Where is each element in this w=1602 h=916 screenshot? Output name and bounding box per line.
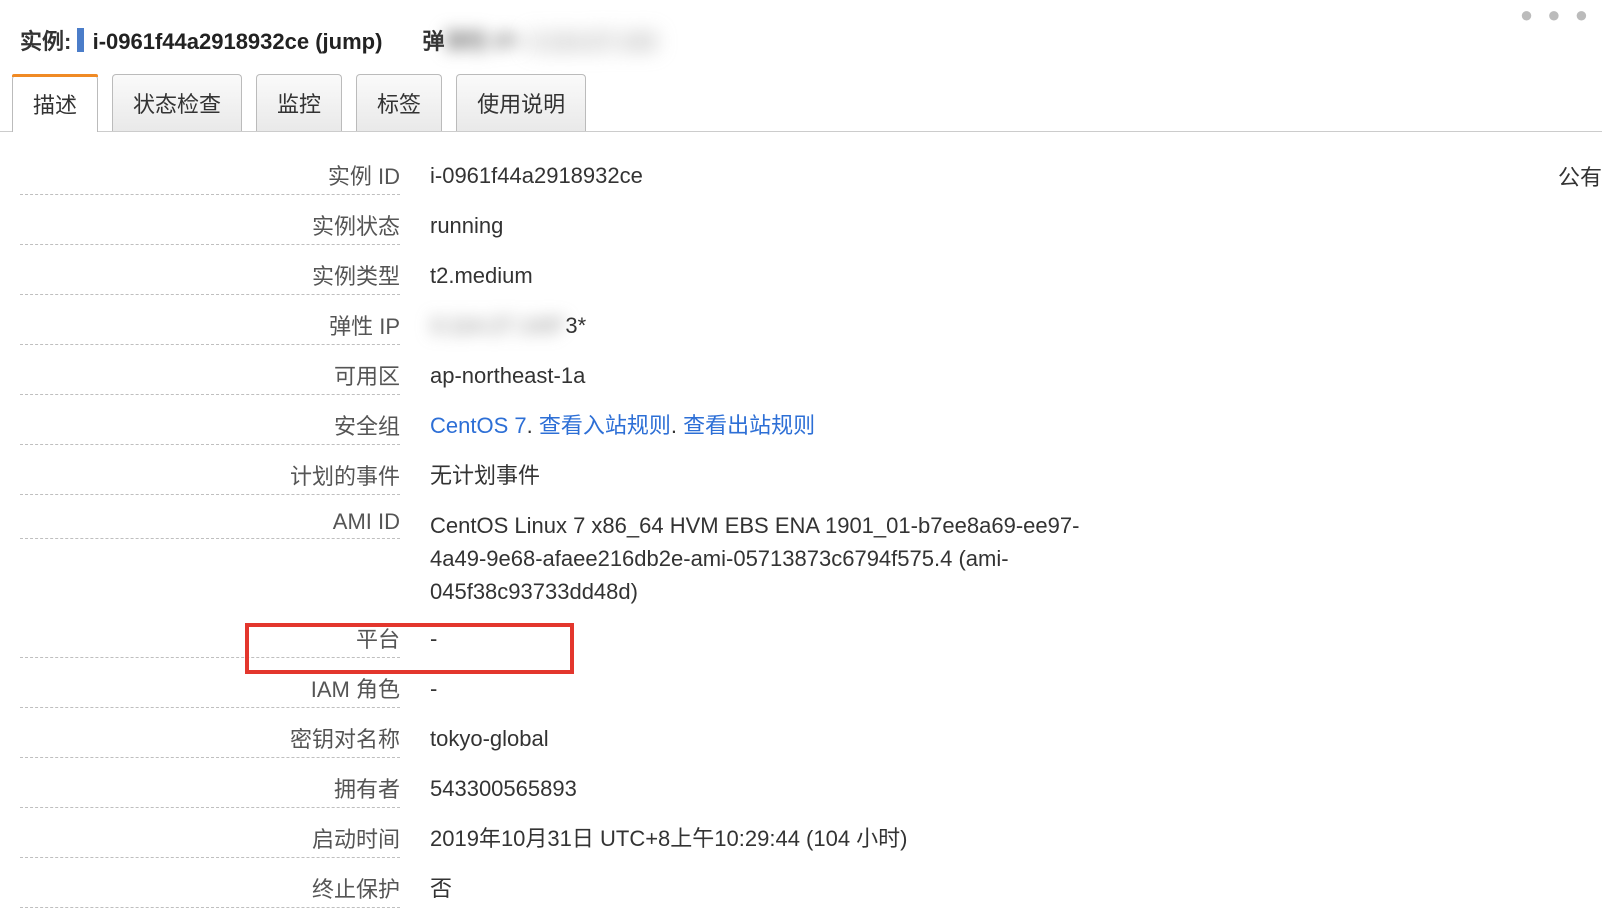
row-availability-zone: 可用区 ap-northeast-1a — [20, 352, 1120, 402]
label-instance-type: 实例类型 — [20, 259, 400, 295]
row-instance-id: 实例 ID i-0961f44a2918932ce — [20, 152, 1120, 202]
value-ami-id[interactable]: CentOS Linux 7 x86_64 HVM EBS ENA 1901_0… — [400, 509, 1080, 608]
detail-table: 实例 ID i-0961f44a2918932ce 实例状态 running 实… — [20, 152, 1120, 916]
tab-使用说明[interactable]: 使用说明 — [456, 74, 586, 131]
row-launch-time: 启动时间 2019年10月31日 UTC+8上午10:29:44 (104 小时… — [20, 815, 1120, 865]
annotation-highlight-box — [245, 623, 574, 674]
label-owner: 拥有者 — [20, 772, 400, 808]
secondary-value-masked: 3.114.27.143 — [529, 29, 656, 55]
secondary-header: 弹弹性 IP: 3.114.27.143 — [422, 24, 656, 56]
label-instance-state: 实例状态 — [20, 209, 400, 245]
value-iam-role: - — [400, 672, 437, 705]
label-key-pair-name: 密钥对名称 — [20, 722, 400, 758]
value-scheduled-events[interactable]: 无计划事件 — [400, 459, 540, 492]
label-launch-time: 启动时间 — [20, 822, 400, 858]
row-ami-id: AMI ID CentOS Linux 7 x86_64 HVM EBS ENA… — [20, 502, 1120, 615]
label-scheduled-events: 计划的事件 — [20, 459, 400, 495]
tab-监控[interactable]: 监控 — [256, 74, 342, 131]
value-owner: 543300565893 — [400, 772, 577, 805]
tab-bar: 描述状态检查监控标签使用说明 — [0, 74, 1602, 132]
value-launch-time: 2019年10月31日 UTC+8上午10:29:44 (104 小时) — [400, 822, 908, 855]
row-security-groups: 安全组 CentOS 7. 查看入站规则. 查看出站规则 — [20, 402, 1120, 452]
value-instance-type: t2.medium — [400, 259, 533, 292]
row-key-pair-name: 密钥对名称 tokyo-global — [20, 715, 1120, 765]
inbound-rules-link[interactable]: 查看入站规则 — [539, 413, 671, 438]
value-availability-zone: ap-northeast-1a — [400, 359, 585, 392]
window-dots-icon: ● ● ● — [1520, 2, 1592, 28]
label-availability-zone: 可用区 — [20, 359, 400, 395]
label-iam-role: IAM 角色 — [20, 672, 400, 708]
value-elastic-ip[interactable]: 3.114.27.143*3* — [400, 309, 586, 342]
value-security-groups: CentOS 7. 查看入站规则. 查看出站规则 — [400, 409, 815, 442]
tab-状态检查[interactable]: 状态检查 — [112, 74, 242, 131]
row-elastic-ip: 弹性 IP 3.114.27.143*3* — [20, 302, 1120, 352]
label-termination-protection: 终止保护 — [20, 872, 400, 908]
instance-prefix: 实例: — [20, 29, 71, 54]
value-key-pair-name: tokyo-global — [400, 722, 549, 755]
instance-title: i-0961f44a2918932ce (jump) — [93, 29, 383, 54]
security-group-link[interactable]: CentOS 7 — [430, 413, 527, 438]
accent-bar-icon — [77, 28, 84, 52]
label-ami-id: AMI ID — [20, 509, 400, 539]
value-instance-state: running — [400, 209, 503, 242]
right-column-label: 公有 — [1558, 160, 1602, 192]
row-instance-type: 实例类型 t2.medium — [20, 252, 1120, 302]
secondary-label: 弹弹性 IP: — [422, 29, 522, 54]
instance-header: 实例: i-0961f44a2918932ce (jump) 弹弹性 IP: 3… — [0, 0, 1602, 74]
value-instance-id: i-0961f44a2918932ce — [400, 159, 643, 192]
label-security-groups: 安全组 — [20, 409, 400, 445]
row-scheduled-events: 计划的事件 无计划事件 — [20, 452, 1120, 502]
tab-描述[interactable]: 描述 — [12, 75, 98, 132]
row-owner: 拥有者 543300565893 — [20, 765, 1120, 815]
outbound-rules-link[interactable]: 查看出站规则 — [683, 413, 815, 438]
row-termination-protection: 终止保护 否 — [20, 865, 1120, 915]
row-instance-state: 实例状态 running — [20, 202, 1120, 252]
tab-标签[interactable]: 标签 — [356, 74, 442, 131]
label-elastic-ip: 弹性 IP — [20, 309, 400, 345]
value-termination-protection: 否 — [400, 872, 452, 905]
label-instance-id: 实例 ID — [20, 159, 400, 195]
